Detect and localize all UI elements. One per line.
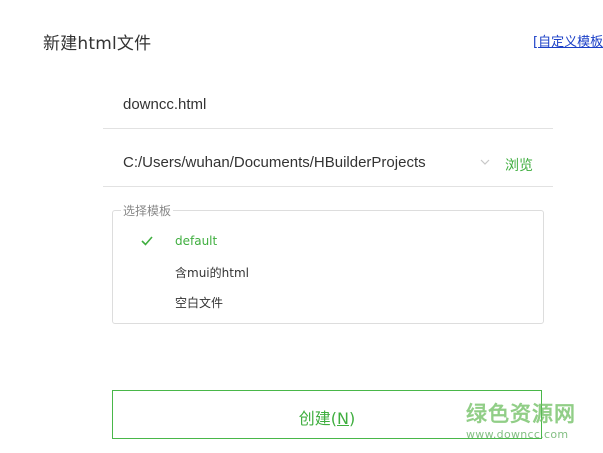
template-option-default[interactable]: default bbox=[113, 229, 543, 255]
filename-value[interactable]: downcc.html bbox=[123, 96, 206, 113]
template-selector: 选择模板 default 含mui的html 空白文件 bbox=[112, 202, 544, 324]
dialog-title: 新建html文件 bbox=[43, 34, 152, 54]
create-button-suffix: ) bbox=[348, 409, 356, 428]
create-button-label: 创建(N) bbox=[299, 405, 355, 429]
create-button[interactable]: 创建(N) bbox=[112, 390, 542, 439]
location-field[interactable]: C:/Users/wuhan/Documents/HBuilderProject… bbox=[103, 146, 553, 187]
browse-button[interactable]: 浏览 bbox=[505, 155, 533, 175]
template-option-label: 含mui的html bbox=[175, 266, 249, 280]
template-option-label: 空白文件 bbox=[175, 296, 224, 310]
check-icon bbox=[141, 236, 153, 246]
location-value[interactable]: C:/Users/wuhan/Documents/HBuilderProject… bbox=[123, 154, 426, 171]
template-option-mui[interactable]: 含mui的html bbox=[113, 259, 543, 285]
filename-field[interactable]: downcc.html bbox=[103, 88, 553, 129]
template-option-label: default bbox=[175, 234, 218, 248]
create-button-text: 创建( bbox=[298, 409, 338, 428]
template-option-blank[interactable]: 空白文件 bbox=[113, 289, 543, 315]
custom-template-link[interactable]: [自定义模板 bbox=[533, 31, 603, 50]
template-legend: 选择模板 bbox=[121, 202, 174, 219]
chevron-down-icon[interactable] bbox=[480, 157, 490, 167]
create-button-hotkey: N bbox=[337, 409, 349, 428]
